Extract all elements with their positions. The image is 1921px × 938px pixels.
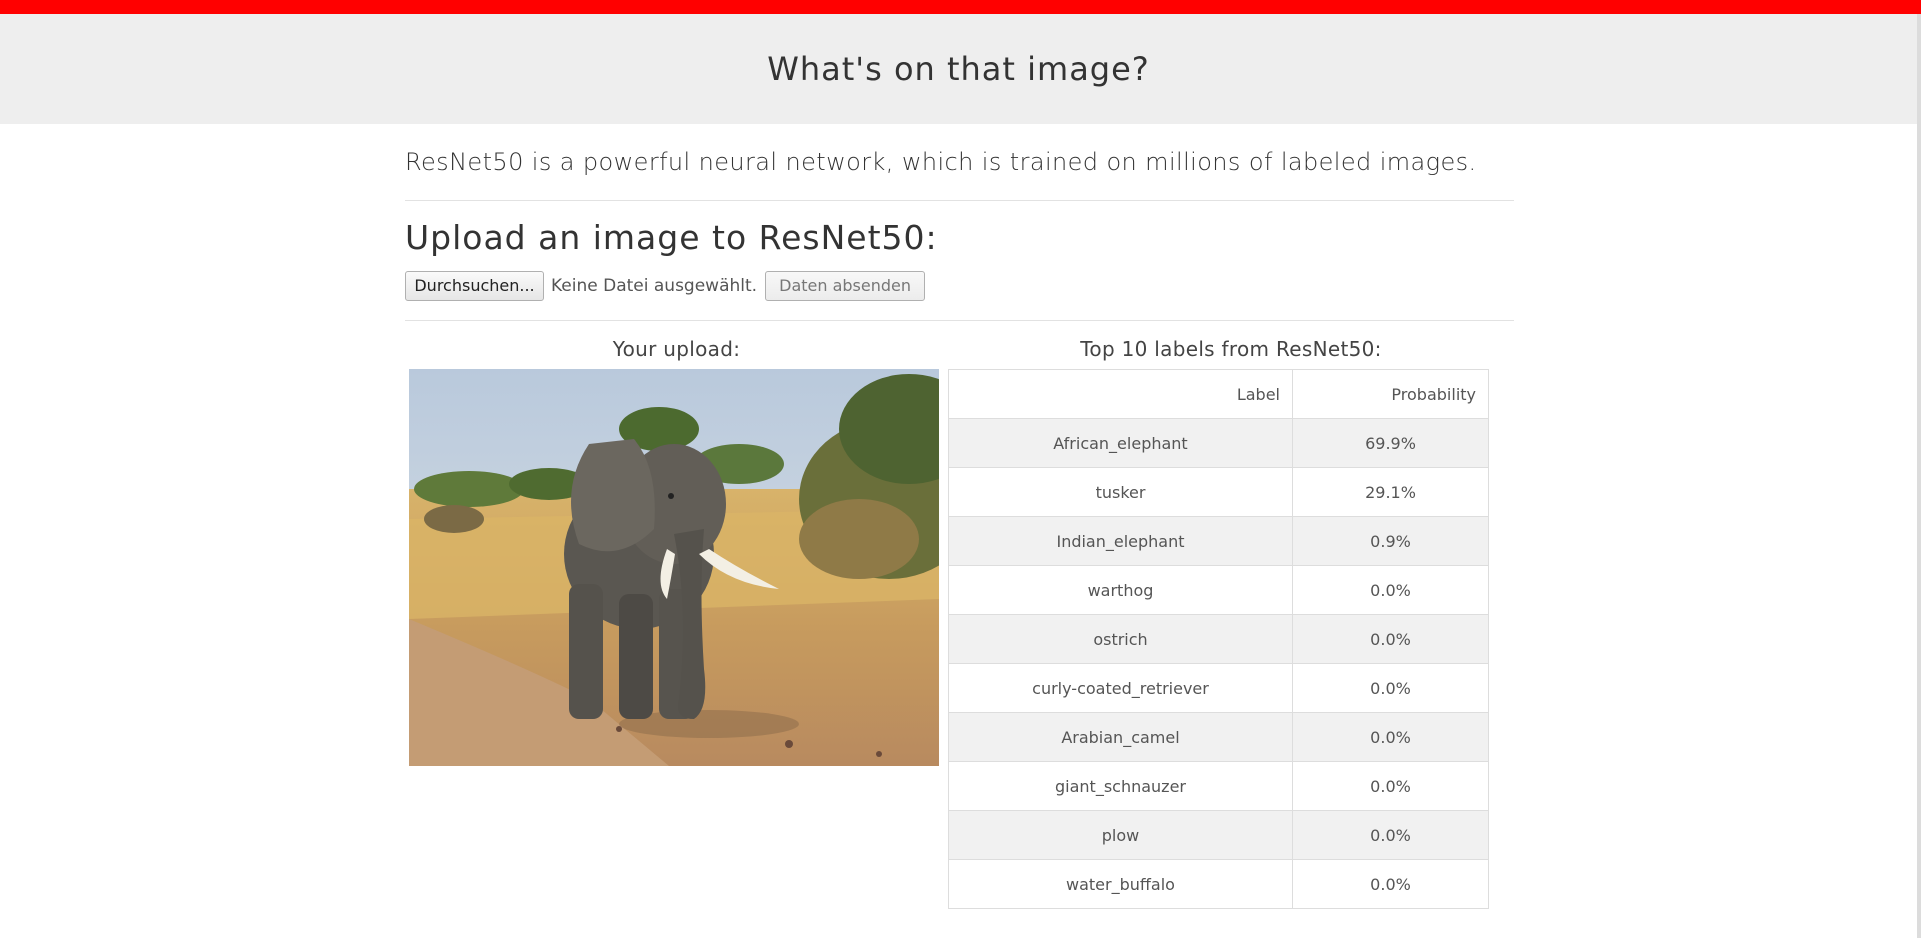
probability-cell: 0.0%: [1292, 614, 1489, 664]
table-row: warthog 0.0%: [948, 565, 1489, 615]
probability-cell: 0.0%: [1292, 859, 1489, 909]
labels-table: Label Probability African_elephant 69.9%…: [948, 369, 1489, 909]
table-row: ostrich 0.0%: [948, 614, 1489, 664]
window-edge: [1917, 14, 1921, 938]
page-header: What's on that image?: [0, 14, 1917, 124]
table-header-row: Label Probability: [948, 369, 1489, 419]
probability-cell: 69.9%: [1292, 418, 1489, 468]
probability-cell: 0.0%: [1292, 565, 1489, 615]
upload-preview-column: Your upload:: [405, 321, 948, 909]
table-row: Indian_elephant 0.9%: [948, 516, 1489, 566]
table-row: curly-coated_retriever 0.0%: [948, 663, 1489, 713]
label-cell: ostrich: [948, 614, 1293, 664]
label-cell: water_buffalo: [948, 859, 1293, 909]
probability-cell: 0.9%: [1292, 516, 1489, 566]
table-row: water_buffalo 0.0%: [948, 859, 1489, 909]
column-header-probability: Probability: [1292, 369, 1489, 419]
table-row: plow 0.0%: [948, 810, 1489, 860]
uploaded-image: [409, 369, 939, 766]
browse-button[interactable]: Durchsuchen...: [405, 270, 544, 301]
labels-title: Top 10 labels from ResNet50:: [1080, 337, 1382, 361]
label-cell: plow: [948, 810, 1293, 860]
probability-cell: 0.0%: [1292, 712, 1489, 762]
upload-preview-title: Your upload:: [612, 337, 741, 361]
label-cell: African_elephant: [948, 418, 1293, 468]
label-cell: curly-coated_retriever: [948, 663, 1293, 713]
upload-title: Upload an image to ResNet50:: [405, 218, 938, 257]
label-cell: warthog: [948, 565, 1293, 615]
main-container: ResNet50 is a powerful neural network, w…: [405, 124, 1514, 909]
label-cell: tusker: [948, 467, 1293, 517]
probability-cell: 0.0%: [1292, 810, 1489, 860]
page-title: What's on that image?: [767, 50, 1150, 88]
file-status-text: Keine Datei ausgewählt.: [551, 275, 758, 296]
probability-cell: 0.0%: [1292, 761, 1489, 811]
probability-cell: 0.0%: [1292, 663, 1489, 713]
results-section: Your upload: Top 10 labels from ResNet50…: [405, 321, 1514, 909]
label-cell: giant_schnauzer: [948, 761, 1293, 811]
column-header-label: Label: [948, 369, 1293, 419]
table-row: tusker 29.1%: [948, 467, 1489, 517]
label-cell: Indian_elephant: [948, 516, 1293, 566]
table-row: Arabian_camel 0.0%: [948, 712, 1489, 762]
upload-form: Durchsuchen... Keine Datei ausgewählt. D…: [405, 269, 1514, 302]
label-cell: Arabian_camel: [948, 712, 1293, 762]
top-accent-bar: [0, 0, 1921, 14]
intro-text: ResNet50 is a powerful neural network, w…: [405, 148, 1477, 176]
probability-cell: 29.1%: [1292, 467, 1489, 517]
labels-column: Top 10 labels from ResNet50: Label Proba…: [948, 321, 1514, 909]
submit-button[interactable]: Daten absenden: [765, 270, 926, 301]
table-row: giant_schnauzer 0.0%: [948, 761, 1489, 811]
table-row: African_elephant 69.9%: [948, 418, 1489, 468]
